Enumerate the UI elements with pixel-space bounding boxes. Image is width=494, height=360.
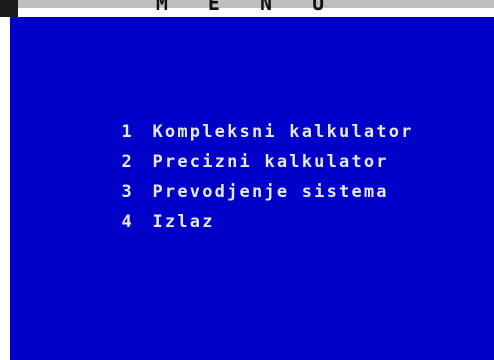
menu-item-label: Prevodjenje sistema [152,182,389,202]
menu-item-number: 2 [121,152,134,172]
menu-item-label: Precizni kalkulator [152,152,389,172]
menu-item-kompleksni-kalkulator[interactable]: 1 Kompleksni kalkulator [22,87,414,142]
menu-panel: 1 Kompleksni kalkulator 2 Precizni kalkula… [10,17,494,360]
menu-screen: M E N U 1 Kompleksni kalkulator 2 Precizni… [0,0,494,360]
menu-title: M E N U [155,0,339,15]
menu-item-label: Izlaz [152,212,215,232]
menu-item-number: 4 [121,212,134,232]
menu-item-number: 1 [121,122,134,142]
title-bar: M E N U [0,0,494,17]
menu-item-number: 3 [121,182,134,202]
menu-list: 1 Kompleksni kalkulator 2 Precizni kalkula… [22,87,414,232]
menu-item-label: Kompleksni kalkulator [152,122,414,142]
